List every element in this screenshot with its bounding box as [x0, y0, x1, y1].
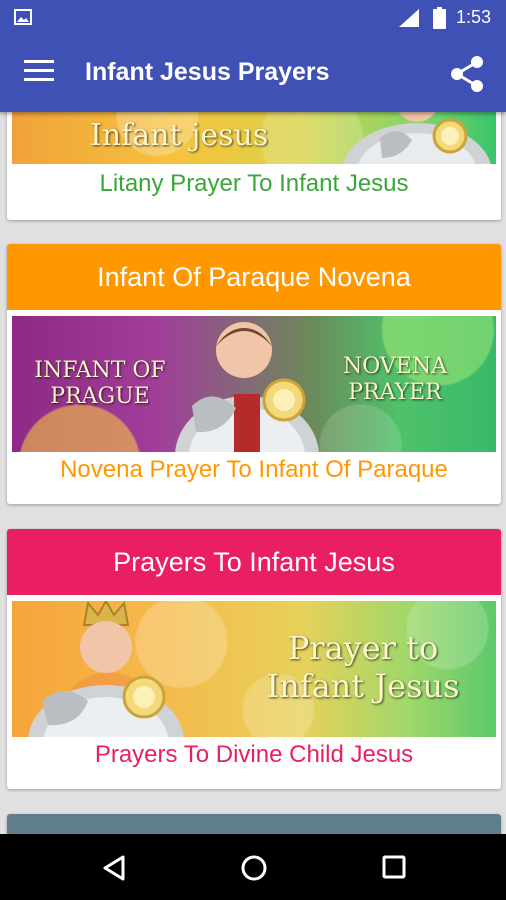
home-icon[interactable] [240, 854, 268, 882]
novena-banner-left: INFANT OF PRAGUE [30, 358, 170, 411]
recent-apps-icon[interactable] [382, 855, 406, 879]
litany-caption: Litany Prayer To Infant Jesus [99, 170, 409, 197]
card-prayers[interactable]: Prayers To Infant Jesus Prayer to Infant… [7, 529, 501, 789]
status-bar: 1:53 [0, 0, 506, 34]
litany-banner-text: Infant jesus [90, 118, 269, 153]
share-icon[interactable] [448, 54, 486, 94]
infant-jesus-figure [175, 322, 319, 452]
battery-icon [433, 7, 446, 29]
prayers-header: Prayers To Infant Jesus [7, 529, 501, 595]
prayers-banner-line1: Prayer to [287, 629, 439, 667]
card-next[interactable] [7, 814, 501, 834]
image-notification-icon [14, 9, 32, 25]
next-card-header [7, 814, 501, 834]
novena-banner-right-line2: PRAYER [348, 380, 442, 406]
prayers-banner-text: Prayer to Infant Jesus [258, 629, 468, 706]
novena-banner-right: NOVENA PRAYER [330, 354, 460, 407]
novena-header: Infant Of Paraque Novena [7, 244, 501, 310]
card-litany[interactable]: Infant jesus Litany Prayer To Infant Jes… [7, 112, 501, 220]
infant-jesus-figure [343, 112, 491, 164]
menu-icon[interactable] [24, 60, 54, 86]
prayers-banner-line2: Infant Jesus [266, 667, 460, 706]
back-icon[interactable] [101, 854, 127, 882]
page-title: Infant Jesus Prayers [85, 58, 330, 86]
app-bar: Infant Jesus Prayers [0, 34, 506, 112]
infant-jesus-figure [28, 601, 184, 737]
litany-banner-image: Infant jesus [12, 112, 496, 164]
novena-caption: Novena Prayer To Infant Of Paraque [60, 456, 448, 483]
novena-banner-left-line2: PRAGUE [50, 384, 150, 410]
novena-banner-left-line1: INFANT OF [34, 358, 166, 383]
novena-banner-right-line1: NOVENA [343, 354, 447, 379]
navigation-bar [0, 834, 506, 900]
novena-banner-image: INFANT OF PRAGUE NOVENA PRAYER [12, 316, 496, 452]
prayers-banner-image: Prayer to Infant Jesus [12, 601, 496, 737]
prayers-caption: Prayers To Divine Child Jesus [94, 741, 414, 768]
prayer-card-list[interactable]: Infant jesus Litany Prayer To Infant Jes… [0, 112, 506, 834]
card-novena[interactable]: Infant Of Paraque Novena INFANT OF PRAGU… [7, 244, 501, 504]
signal-icon [399, 9, 419, 27]
status-time: 1:53 [456, 7, 492, 27]
